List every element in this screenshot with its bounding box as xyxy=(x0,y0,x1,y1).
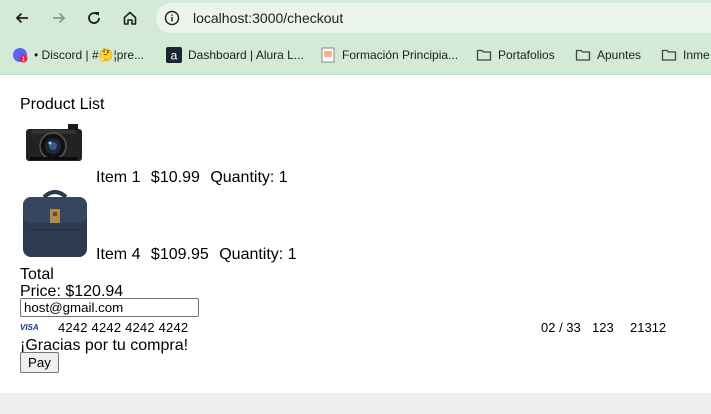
folder-icon xyxy=(661,47,677,63)
email-field[interactable] xyxy=(20,298,199,317)
page-title: Product List xyxy=(20,96,105,113)
product-price: $109.95 xyxy=(150,246,209,263)
home-button[interactable] xyxy=(118,6,142,30)
forward-button[interactable] xyxy=(47,6,71,30)
bookmark-label: Dashboard | Alura L... xyxy=(188,48,304,62)
bookmark-discord[interactable]: 1 • Discord | #🤔¦pre... xyxy=(12,45,144,65)
bookmark-apuntes[interactable]: Apuntes xyxy=(575,45,641,65)
arrow-left-icon xyxy=(15,12,28,24)
bookmark-label: Apuntes xyxy=(597,48,642,62)
page-icon xyxy=(320,47,336,63)
bookmark-inme[interactable]: Inme xyxy=(661,45,710,65)
product-price: $10.99 xyxy=(150,169,200,186)
backpack-product-image xyxy=(23,190,87,257)
product-name: Item 1 xyxy=(96,169,141,186)
card-element[interactable]: VISA 4242 4242 4242 4242 02 / 33 123 213… xyxy=(20,320,680,336)
reload-button[interactable] xyxy=(82,6,106,30)
svg-text:a: a xyxy=(171,49,178,63)
bookmark-alura[interactable]: a Dashboard | Alura L... xyxy=(166,45,304,65)
pay-button[interactable]: Pay xyxy=(20,352,59,373)
address-bar[interactable]: localhost:3000/checkout xyxy=(156,3,711,33)
info-icon[interactable] xyxy=(164,10,180,26)
bookmark-label: Portafolios xyxy=(498,48,555,62)
folder-icon xyxy=(476,47,492,63)
arrow-right-icon xyxy=(53,12,66,24)
card-zip-field[interactable]: 21312 xyxy=(630,320,666,335)
camera-product-image xyxy=(26,124,82,161)
card-expiry-field[interactable]: 02 / 33 xyxy=(541,320,581,335)
bookmark-label: Inme xyxy=(683,48,710,62)
bookmark-formacion[interactable]: Formación Principia... xyxy=(320,45,458,65)
browser-toolbar: localhost:3000/checkout xyxy=(0,0,711,36)
list-item: Item 1 $10.99 Quantity: 1 xyxy=(96,169,294,187)
url-text[interactable]: localhost:3000/checkout xyxy=(193,10,343,26)
alura-icon: a xyxy=(166,47,182,63)
product-quantity: Quantity: 1 xyxy=(219,246,297,263)
list-item: Item 4 $109.95 Quantity: 1 xyxy=(96,246,303,264)
home-icon xyxy=(123,11,137,25)
visa-card-icon: VISA xyxy=(20,323,39,332)
product-quantity: Quantity: 1 xyxy=(210,169,288,186)
card-cvc-field[interactable]: 123 xyxy=(592,320,614,335)
total-label: Total xyxy=(20,266,54,283)
bookmark-label: Formación Principia... xyxy=(342,48,459,62)
reload-icon xyxy=(88,12,100,24)
checkout-page: Product List Item 1 $10.99 Quantity: 1 I… xyxy=(0,75,711,393)
card-number-field[interactable]: 4242 4242 4242 4242 xyxy=(58,320,188,335)
folder-icon xyxy=(575,47,591,63)
bookmark-label: • Discord | #🤔¦pre... xyxy=(34,48,145,62)
discord-icon: 1 xyxy=(12,47,28,63)
back-button[interactable] xyxy=(10,6,34,30)
page-bottom-area xyxy=(0,393,711,414)
product-name: Item 4 xyxy=(96,246,141,263)
bookmark-portafolios[interactable]: Portafolios xyxy=(476,45,555,65)
bookmarks-bar: 1 • Discord | #🤔¦pre... a Dashboard | Al… xyxy=(0,36,711,75)
